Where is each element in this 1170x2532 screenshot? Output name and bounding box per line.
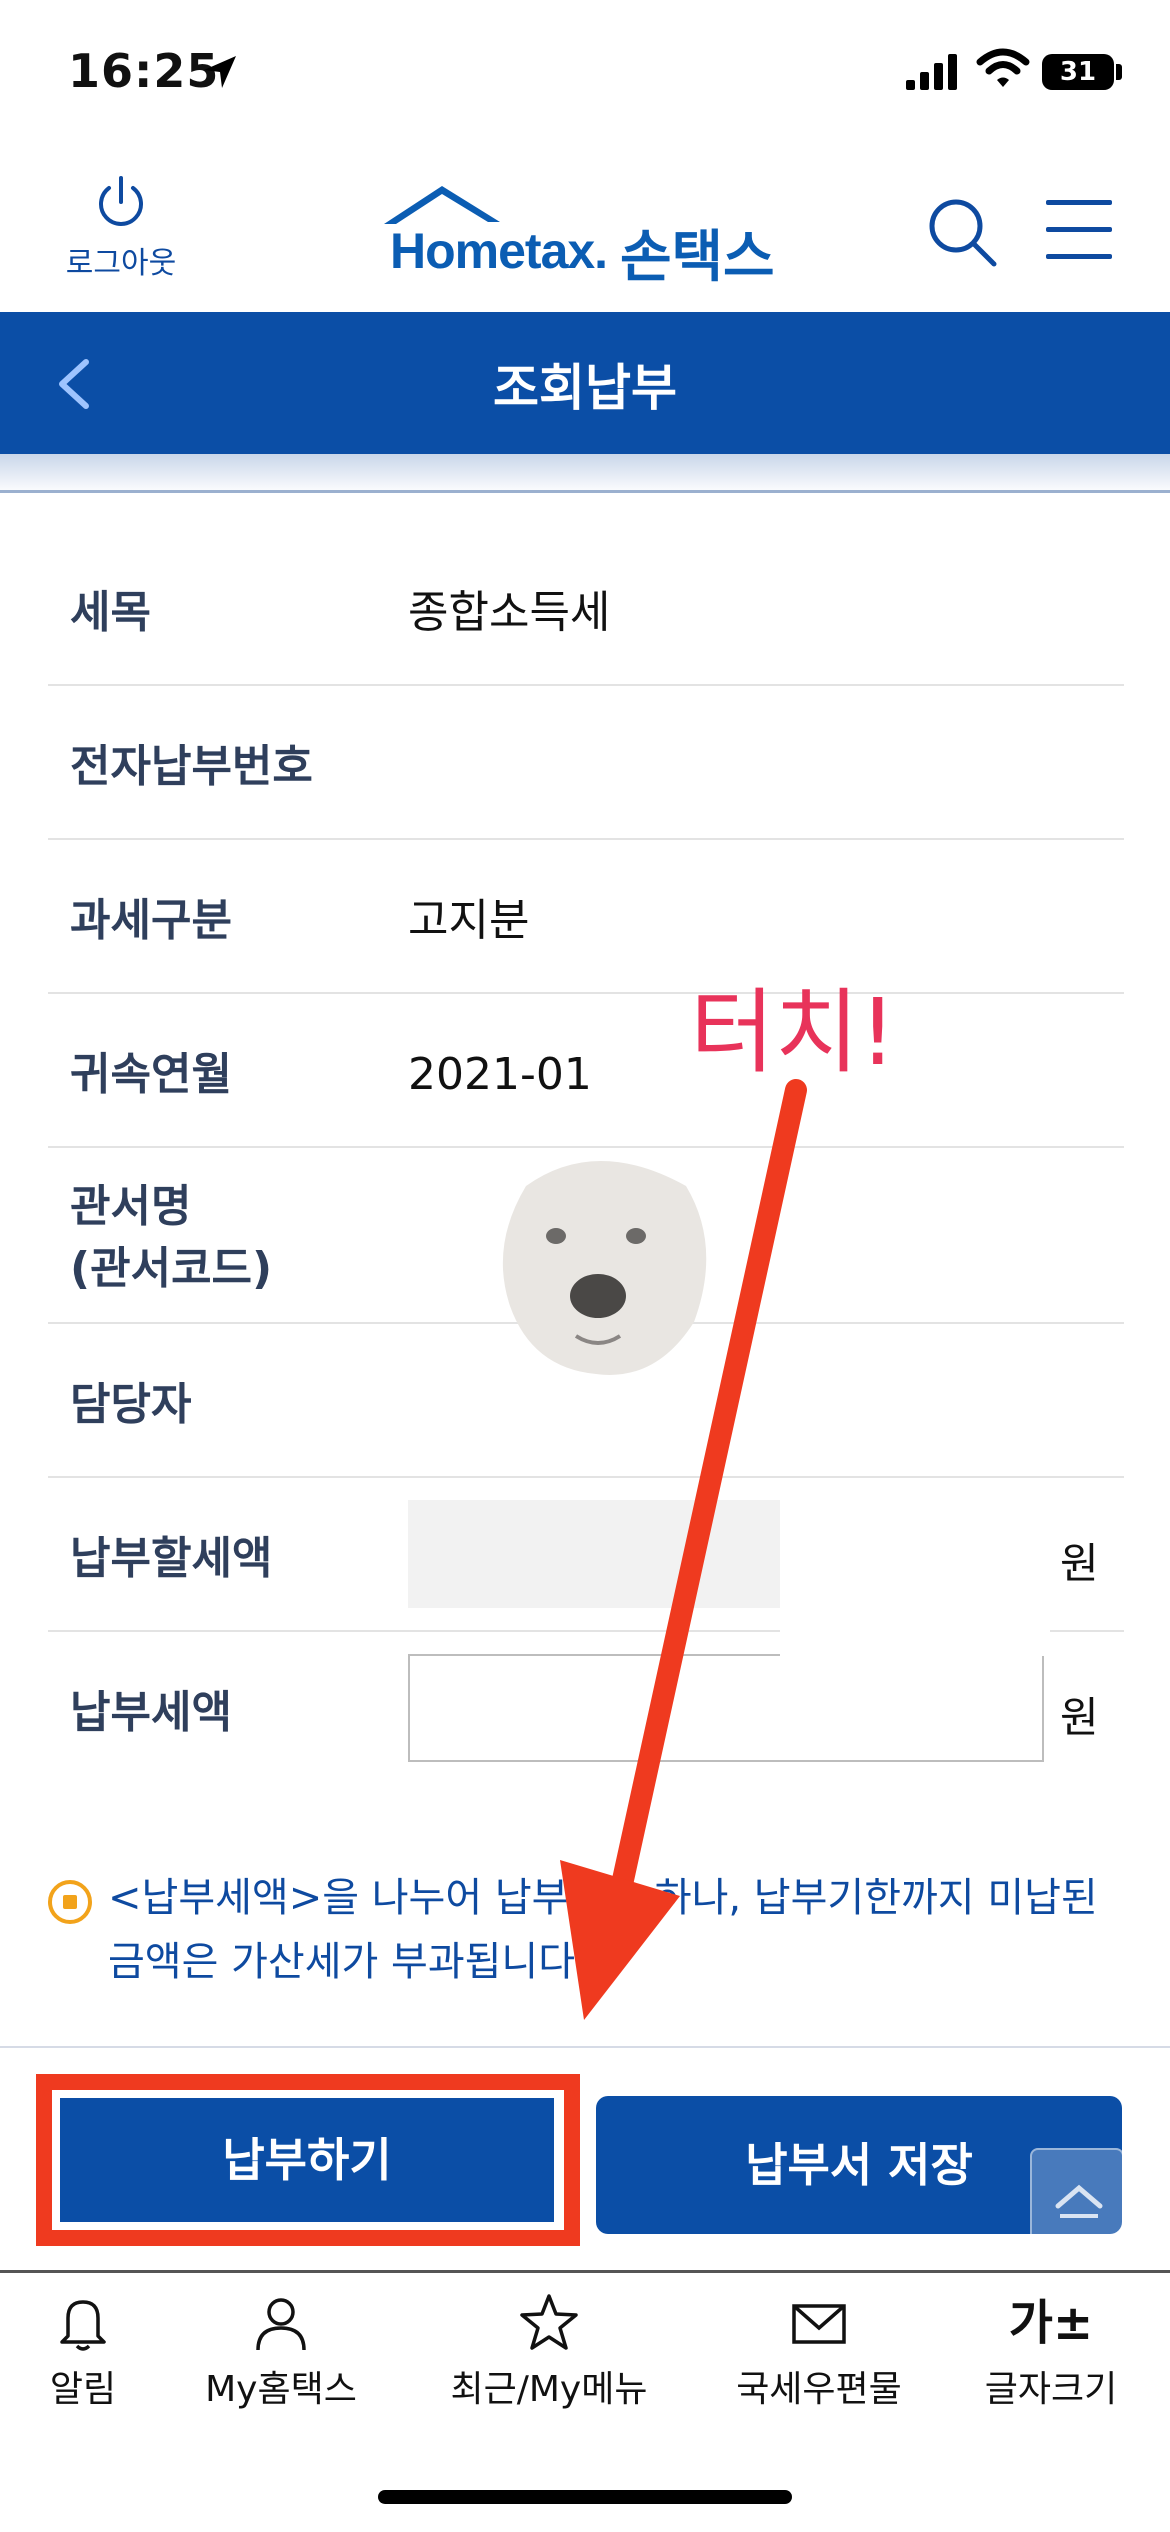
table-row: 세목 종합소득세 <box>48 532 1124 686</box>
battery-indicator: 31 <box>1042 54 1114 90</box>
row-label: 전자납부번호 <box>70 741 313 792</box>
hometax-logo[interactable]: Hometax. 손택스 <box>380 182 800 292</box>
row-value: 종합소득세 <box>408 587 611 638</box>
scroll-to-top-button[interactable] <box>1030 2148 1124 2242</box>
table-row: 귀속연월 2021-01 <box>48 994 1124 1148</box>
touch-annotation-text: 터치! <box>690 979 897 1086</box>
row-value: 2021-01 <box>408 1049 592 1100</box>
search-icon[interactable] <box>926 196 998 268</box>
tab-label: My홈택스 <box>205 2369 357 2410</box>
row-label: 납부할세액 <box>70 1533 273 1584</box>
payment-amount-input[interactable] <box>408 1654 1044 1762</box>
cellular-signal-icon <box>906 54 957 90</box>
currency-unit: 원 <box>1060 1539 1099 1588</box>
star-icon <box>520 2294 578 2350</box>
menu-line <box>1046 254 1112 259</box>
row-label: 과세구분 <box>70 895 232 946</box>
logout-label: 로그아웃 <box>65 246 177 281</box>
divider <box>0 490 1170 493</box>
logo-korean-text: 손택스 <box>620 225 775 290</box>
divider <box>0 2046 1170 2048</box>
bottom-tab-bar: 알림 My홈택스 최근/My메뉴 국세우편물 가± 글자크기 <box>0 2274 1170 2424</box>
font-size-icon: 가± <box>1008 2295 1094 2351</box>
logo-text: Hometax. <box>390 223 608 279</box>
menu-line <box>1046 200 1112 205</box>
row-label: 세목 <box>70 587 151 638</box>
title-bar: 조회납부 <box>0 312 1170 454</box>
bell-icon <box>60 2300 106 2351</box>
payment-notice: <납부세액>을 나누어 납부 가능하나, 납부기한까지 미납된 금액은 가산세가… <box>48 1866 1124 1994</box>
dog-sticker-image <box>502 1161 707 1375</box>
tab-my-hometax[interactable]: My홈택스 <box>166 2292 396 2412</box>
tab-bar-divider <box>0 2270 1170 2273</box>
app-header: 로그아웃 Hometax. 손택스 <box>0 160 1170 310</box>
redaction-patch <box>780 1516 1050 1656</box>
home-indicator <box>378 2490 792 2504</box>
tab-tax-mail[interactable]: 국세우편물 <box>704 2292 934 2412</box>
currency-unit: 원 <box>1060 1693 1099 1742</box>
row-value: 고지분 <box>408 895 530 946</box>
logout-button[interactable]: 로그아웃 <box>56 172 186 292</box>
tab-label: 국세우편물 <box>736 2369 902 2410</box>
chevron-up-icon <box>1055 2184 1103 2218</box>
row-label-line: (관서코드) <box>70 1243 273 1294</box>
power-icon <box>99 176 143 226</box>
tax-due-amount <box>408 1500 780 1608</box>
tab-label: 최근/My메뉴 <box>450 2369 648 2410</box>
tab-font-size[interactable]: 가± 글자크기 <box>936 2292 1166 2412</box>
hamburger-menu-icon[interactable] <box>1046 200 1112 262</box>
battery-tip <box>1116 64 1122 80</box>
menu-line <box>1046 227 1112 232</box>
row-label-line: 관서명 <box>70 1181 192 1232</box>
status-time: 16:25 <box>68 44 220 98</box>
tab-recent-my-menu[interactable]: 최근/My메뉴 <box>434 2292 664 2412</box>
row-label: 납부세액 <box>70 1687 232 1738</box>
notice-text: <납부세액>을 나누어 납부 가능하나, 납부기한까지 미납된 금액은 가산세가… <box>108 1875 1098 1985</box>
row-label: 관서명 (관서코드) <box>70 1176 272 1300</box>
page-title: 조회납부 <box>493 359 677 417</box>
row-label: 담당자 <box>70 1379 192 1430</box>
wifi-icon <box>976 48 1030 87</box>
mail-icon <box>792 2304 846 2344</box>
table-row: 과세구분 고지분 <box>48 840 1124 994</box>
title-shadow <box>0 454 1170 494</box>
person-icon <box>256 2298 306 2351</box>
pay-button[interactable]: 납부하기 <box>60 2098 554 2222</box>
status-bar: 16:25 31 <box>0 0 1170 150</box>
location-arrow-icon <box>204 56 236 88</box>
speaker-icon <box>48 1880 92 1924</box>
row-label: 귀속연월 <box>70 1049 232 1100</box>
tab-label: 글자크기 <box>984 2369 1118 2410</box>
table-row: 전자납부번호 <box>48 686 1124 840</box>
